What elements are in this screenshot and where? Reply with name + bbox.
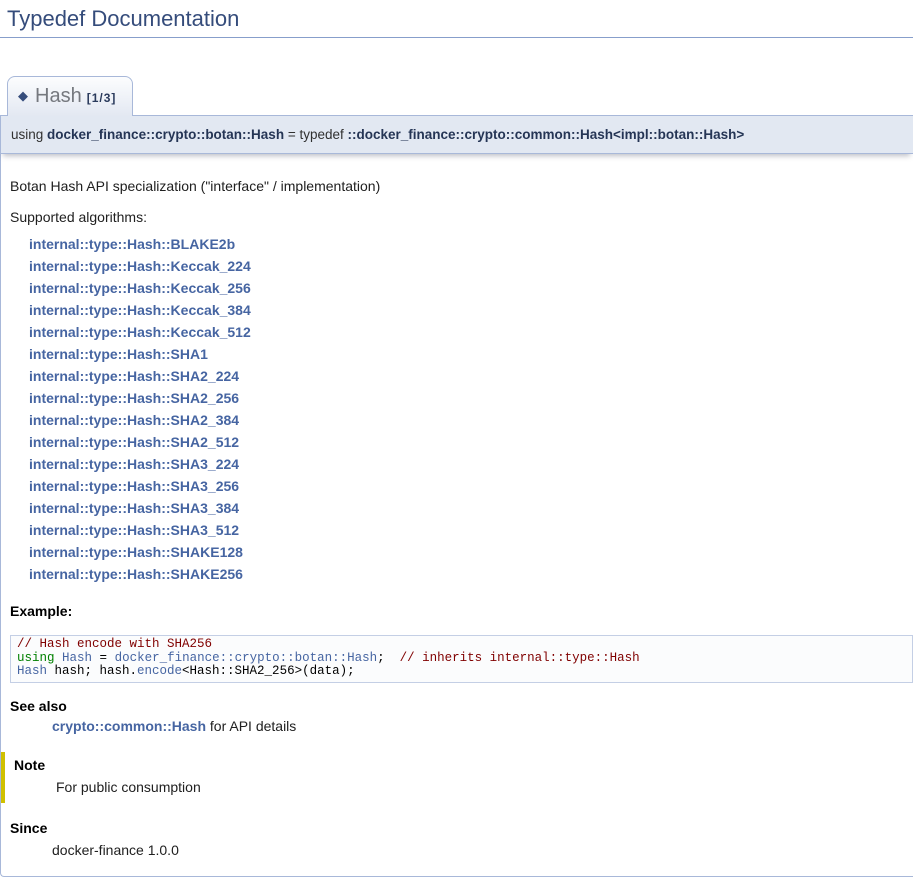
code-line: // Hash encode with SHA256 — [17, 638, 906, 652]
algorithm-link[interactable]: internal::type::Hash::Keccak_256 — [29, 280, 251, 296]
since-text: docker-finance 1.0.0 — [52, 842, 903, 858]
algorithm-link[interactable]: internal::type::Hash::SHA3_256 — [29, 478, 239, 494]
code-link[interactable]: Hash — [62, 651, 92, 665]
page-title: Typedef Documentation — [0, 0, 913, 38]
list-item: internal::type::Hash::SHAKE256 — [10, 563, 903, 585]
algorithm-link[interactable]: internal::type::Hash::SHAKE128 — [29, 544, 243, 560]
member-name: Hash — [35, 85, 82, 107]
code-keyword: using — [17, 651, 55, 665]
code-block: // Hash encode with SHA256using Hash = d… — [10, 635, 913, 683]
algorithm-link[interactable]: internal::type::Hash::SHA1 — [29, 346, 208, 362]
algorithm-link[interactable]: internal::type::Hash::Keccak_512 — [29, 324, 251, 340]
see-also-content: crypto::common::Hash for API details — [52, 718, 903, 734]
since-heading: Since — [10, 820, 903, 836]
member-overload-index: [1/3] — [87, 91, 117, 105]
list-item: internal::type::Hash::SHA3_384 — [10, 497, 903, 519]
member-item: using docker_finance::crypto::botan::Has… — [0, 115, 913, 877]
list-item: internal::type::Hash::SHA3_224 — [10, 453, 903, 475]
declaration-row: using docker_finance::crypto::botan::Has… — [0, 115, 913, 154]
member-tab: ◆ Hash [1/3] — [7, 76, 133, 116]
list-item: internal::type::Hash::BLAKE2b — [10, 233, 903, 255]
list-item: internal::type::Hash::Keccak_256 — [10, 277, 903, 299]
declaration-equals: = typedef — [284, 127, 347, 142]
code-line: using Hash = docker_finance::crypto::bot… — [17, 652, 906, 666]
algorithm-link[interactable]: internal::type::Hash::SHA3_384 — [29, 500, 239, 516]
note-heading: Note — [14, 757, 903, 773]
algorithm-link[interactable]: internal::type::Hash::SHA3_512 — [29, 522, 239, 538]
list-item: internal::type::Hash::Keccak_512 — [10, 321, 903, 343]
code-comment: // Hash encode with SHA256 — [17, 637, 212, 651]
algorithm-link[interactable]: internal::type::Hash::SHA2_256 — [29, 390, 239, 406]
see-also-link[interactable]: crypto::common::Hash — [52, 718, 206, 734]
algorithm-link[interactable]: internal::type::Hash::SHAKE256 — [29, 566, 243, 582]
example-heading: Example: — [10, 603, 903, 619]
algorithm-list: internal::type::Hash::BLAKE2b internal::… — [10, 233, 903, 585]
example-section: Example: — [10, 603, 903, 619]
code-text: ; — [377, 651, 400, 665]
list-item: internal::type::Hash::Keccak_384 — [10, 299, 903, 321]
see-also-heading: See also — [10, 698, 903, 714]
code-link[interactable]: docker_finance::crypto::botan::Hash — [115, 651, 378, 665]
list-item: internal::type::Hash::SHAKE128 — [10, 541, 903, 563]
algorithm-link[interactable]: internal::type::Hash::BLAKE2b — [29, 236, 235, 252]
see-also-section: See also crypto::common::Hash for API de… — [10, 698, 903, 734]
list-item: internal::type::Hash::Keccak_224 — [10, 255, 903, 277]
code-text: <Hash::SHA2_256>(data); — [182, 664, 355, 678]
note-section: Note For public consumption — [1, 752, 903, 803]
algorithm-link[interactable]: internal::type::Hash::Keccak_224 — [29, 258, 251, 274]
algorithm-link[interactable]: internal::type::Hash::SHA2_384 — [29, 412, 239, 428]
declaration-keyword: using — [11, 127, 47, 142]
code-text: = — [92, 651, 115, 665]
declaration-name: docker_finance::crypto::botan::Hash — [47, 127, 284, 142]
note-text: For public consumption — [56, 779, 903, 795]
code-text — [55, 651, 63, 665]
algorithm-link[interactable]: internal::type::Hash::SHA2_512 — [29, 434, 239, 450]
declaration-type-link[interactable]: ::docker_finance::crypto::common::Hash<i… — [347, 127, 744, 142]
see-also-text: for API details — [206, 718, 296, 734]
list-item: internal::type::Hash::SHA3_512 — [10, 519, 903, 541]
code-line: Hash hash; hash.encode<Hash::SHA2_256>(d… — [17, 665, 906, 679]
permalink-anchor-icon[interactable]: ◆ — [18, 88, 28, 103]
code-comment: // inherits internal::type::Hash — [400, 651, 640, 665]
list-item: internal::type::Hash::SHA1 — [10, 343, 903, 365]
list-item: internal::type::Hash::SHA2_224 — [10, 365, 903, 387]
supported-algorithms-label: Supported algorithms: — [10, 209, 903, 225]
list-item: internal::type::Hash::SHA2_512 — [10, 431, 903, 453]
algorithm-link[interactable]: internal::type::Hash::SHA3_224 — [29, 456, 239, 472]
code-link[interactable]: Hash — [17, 664, 47, 678]
since-section: Since docker-finance 1.0.0 — [10, 820, 903, 858]
code-text: hash; hash. — [47, 664, 137, 678]
list-item: internal::type::Hash::SHA2_256 — [10, 387, 903, 409]
code-link[interactable]: encode — [137, 664, 182, 678]
description-text: Botan Hash API specialization ("interfac… — [10, 178, 903, 194]
algorithm-link[interactable]: internal::type::Hash::SHA2_224 — [29, 368, 239, 384]
algorithm-link[interactable]: internal::type::Hash::Keccak_384 — [29, 302, 251, 318]
member-doc: Botan Hash API specialization ("interfac… — [0, 154, 913, 877]
list-item: internal::type::Hash::SHA3_256 — [10, 475, 903, 497]
list-item: internal::type::Hash::SHA2_384 — [10, 409, 903, 431]
